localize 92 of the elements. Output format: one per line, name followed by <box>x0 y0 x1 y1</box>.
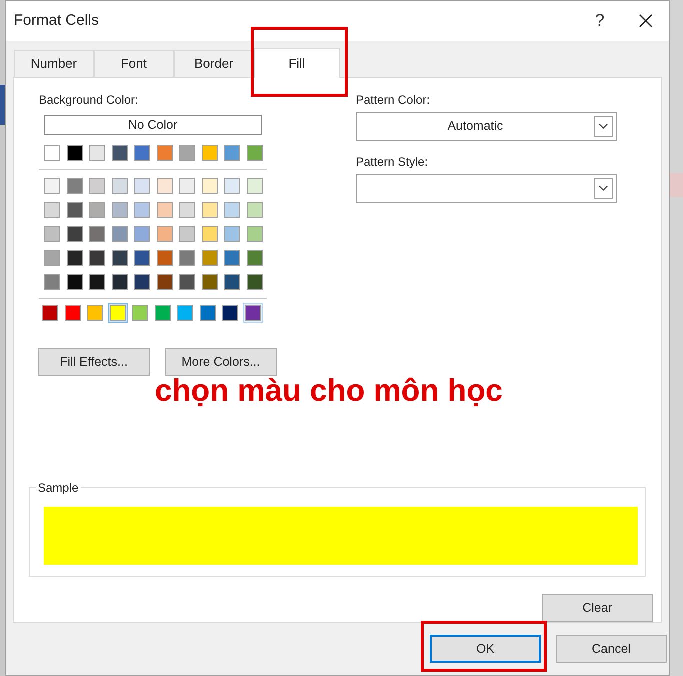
color-swatch[interactable] <box>112 250 128 266</box>
no-color-button[interactable]: No Color <box>44 115 262 135</box>
color-swatch[interactable] <box>112 145 128 161</box>
color-swatch[interactable] <box>179 178 195 194</box>
color-swatch[interactable] <box>246 202 262 218</box>
color-swatch[interactable] <box>224 250 240 266</box>
pattern-color-value: Automatic <box>446 118 504 136</box>
color-swatch[interactable] <box>44 145 60 161</box>
fill-effects-button[interactable]: Fill Effects... <box>38 348 150 376</box>
color-swatch[interactable] <box>179 145 195 161</box>
color-swatch[interactable] <box>220 303 240 323</box>
background-color-label: Background Color: <box>39 92 140 109</box>
color-swatch[interactable] <box>66 274 82 290</box>
ok-button[interactable]: OK <box>430 635 541 663</box>
color-swatch[interactable] <box>89 145 105 161</box>
color-swatch[interactable] <box>179 226 195 242</box>
sheet-edge-band <box>0 85 5 125</box>
color-swatch[interactable] <box>62 303 82 323</box>
tab[interactable]: Number <box>14 50 94 77</box>
color-swatch[interactable] <box>112 202 128 218</box>
color-swatch[interactable] <box>134 202 150 218</box>
color-swatch[interactable] <box>66 202 82 218</box>
color-swatch[interactable] <box>89 178 105 194</box>
color-swatch[interactable] <box>179 202 195 218</box>
color-swatch[interactable] <box>246 274 262 290</box>
pattern-color-dropdown[interactable]: Automatic <box>356 112 617 141</box>
color-swatch[interactable] <box>44 274 60 290</box>
color-swatch[interactable] <box>108 303 128 323</box>
color-swatch[interactable] <box>40 303 60 323</box>
color-swatch[interactable] <box>246 226 262 242</box>
color-swatch[interactable] <box>179 274 195 290</box>
color-swatch[interactable] <box>224 274 240 290</box>
color-swatch[interactable] <box>156 178 172 194</box>
close-icon <box>639 14 653 28</box>
pattern-style-label: Pattern Style: <box>356 154 430 171</box>
color-swatch[interactable] <box>242 303 262 323</box>
color-swatch[interactable] <box>89 250 105 266</box>
tab[interactable]: Fill <box>254 48 340 78</box>
color-swatch[interactable] <box>112 274 128 290</box>
color-swatch[interactable] <box>44 250 60 266</box>
color-swatch[interactable] <box>85 303 105 323</box>
color-swatch[interactable] <box>224 178 240 194</box>
tab[interactable]: Border <box>174 50 254 77</box>
cancel-button[interactable]: Cancel <box>556 635 667 663</box>
color-swatch[interactable] <box>202 274 218 290</box>
help-button[interactable]: ? <box>577 1 623 41</box>
color-swatch[interactable] <box>202 178 218 194</box>
color-swatch[interactable] <box>89 226 105 242</box>
color-swatch[interactable] <box>246 145 262 161</box>
color-swatch[interactable] <box>156 274 172 290</box>
color-swatch[interactable] <box>224 145 240 161</box>
color-swatch[interactable] <box>152 303 172 323</box>
color-swatch[interactable] <box>112 178 128 194</box>
color-swatch[interactable] <box>156 250 172 266</box>
color-swatch[interactable] <box>224 202 240 218</box>
color-swatch[interactable] <box>44 178 60 194</box>
color-swatch[interactable] <box>134 226 150 242</box>
color-swatch[interactable] <box>89 274 105 290</box>
color-swatch[interactable] <box>179 250 195 266</box>
color-swatch[interactable] <box>134 145 150 161</box>
color-swatch[interactable] <box>134 178 150 194</box>
clear-button[interactable]: Clear <box>542 594 653 622</box>
color-swatch[interactable] <box>202 145 218 161</box>
tab[interactable]: Font <box>94 50 174 77</box>
color-swatch[interactable] <box>130 303 150 323</box>
chevron-down-icon <box>594 178 613 199</box>
color-swatch[interactable] <box>156 145 172 161</box>
pattern-style-dropdown[interactable] <box>356 174 617 203</box>
pattern-color-label: Pattern Color: <box>356 92 432 109</box>
color-swatch[interactable] <box>66 178 82 194</box>
color-swatch[interactable] <box>202 202 218 218</box>
color-swatch[interactable] <box>246 178 262 194</box>
color-swatch[interactable] <box>44 226 60 242</box>
color-swatch[interactable] <box>224 226 240 242</box>
color-swatch[interactable] <box>198 303 218 323</box>
color-swatch[interactable] <box>66 226 82 242</box>
color-swatch[interactable] <box>134 274 150 290</box>
color-swatch[interactable] <box>89 202 105 218</box>
color-swatch[interactable] <box>112 226 128 242</box>
window-title: Format Cells <box>14 10 100 31</box>
color-swatch[interactable] <box>246 250 262 266</box>
chevron-down-icon <box>594 116 613 137</box>
color-swatch[interactable] <box>202 250 218 266</box>
color-swatch[interactable] <box>156 226 172 242</box>
color-swatch[interactable] <box>66 145 82 161</box>
color-swatch[interactable] <box>66 250 82 266</box>
color-swatch[interactable] <box>202 226 218 242</box>
color-swatch[interactable] <box>156 202 172 218</box>
color-swatch[interactable] <box>175 303 195 323</box>
color-swatch[interactable] <box>134 250 150 266</box>
more-colors-button[interactable]: More Colors... <box>165 348 277 376</box>
color-swatch[interactable] <box>44 202 60 218</box>
